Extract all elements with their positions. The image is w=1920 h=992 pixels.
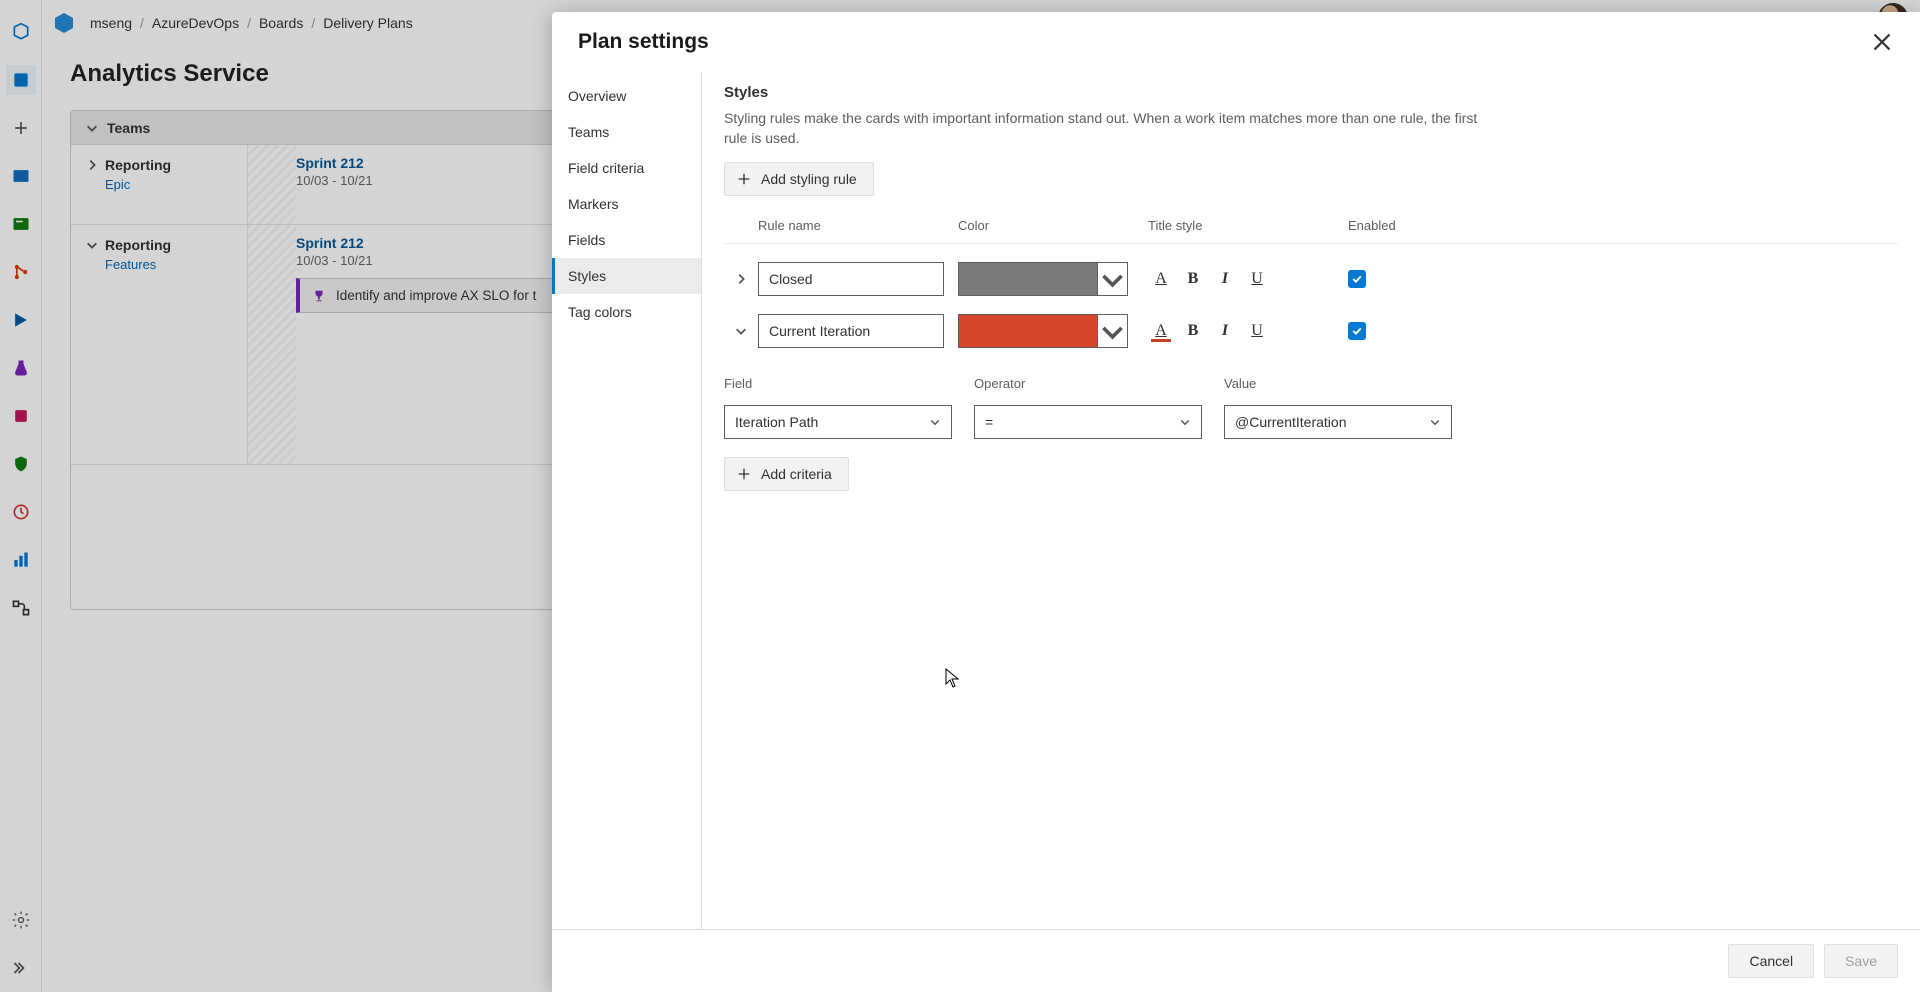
font-color-button[interactable]: A bbox=[1148, 318, 1174, 344]
color-swatch bbox=[959, 263, 1097, 295]
cursor-icon bbox=[945, 668, 959, 688]
bold-button[interactable]: B bbox=[1180, 318, 1206, 344]
bold-button[interactable]: B bbox=[1180, 266, 1206, 292]
nav-styles[interactable]: Styles bbox=[552, 258, 701, 294]
nav-tag-colors[interactable]: Tag colors bbox=[552, 294, 701, 330]
settings-content: Styles Styling rules make the cards with… bbox=[702, 72, 1920, 929]
title-style-group: A B I U bbox=[1148, 266, 1348, 292]
rule-name-input[interactable] bbox=[758, 262, 944, 296]
col-rule-name: Rule name bbox=[758, 218, 958, 233]
field-dropdown[interactable]: Iteration Path bbox=[724, 405, 952, 439]
col-field: Field bbox=[724, 376, 974, 391]
dialog-title: Plan settings bbox=[578, 30, 709, 54]
enabled-checkbox[interactable] bbox=[1348, 322, 1366, 340]
dialog-footer: Cancel Save bbox=[552, 929, 1920, 992]
operator-dropdown[interactable]: = bbox=[974, 405, 1202, 439]
collapse-rule-button[interactable] bbox=[724, 324, 758, 338]
rule-row: A B I U bbox=[724, 314, 1898, 348]
italic-button[interactable]: I bbox=[1212, 318, 1238, 344]
close-button[interactable] bbox=[1870, 30, 1894, 54]
field-value: Iteration Path bbox=[735, 414, 818, 430]
color-picker[interactable] bbox=[958, 262, 1128, 296]
nav-teams[interactable]: Teams bbox=[552, 114, 701, 150]
add-criteria-button[interactable]: Add criteria bbox=[724, 457, 849, 491]
section-desc: Styling rules make the cards with import… bbox=[724, 109, 1504, 148]
font-color-button[interactable]: A bbox=[1148, 266, 1174, 292]
save-button[interactable]: Save bbox=[1824, 944, 1898, 978]
enabled-cell bbox=[1348, 322, 1438, 340]
chevron-right-icon bbox=[734, 272, 748, 286]
chevron-down-icon bbox=[929, 416, 941, 428]
settings-nav: Overview Teams Field criteria Markers Fi… bbox=[552, 72, 702, 929]
check-icon bbox=[1351, 325, 1363, 337]
color-picker[interactable] bbox=[958, 314, 1128, 348]
operator-value: = bbox=[985, 414, 993, 430]
close-icon bbox=[1870, 30, 1894, 54]
rule-header-row: Rule name Color Title style Enabled bbox=[724, 218, 1898, 244]
nav-fields[interactable]: Fields bbox=[552, 222, 701, 258]
plus-icon bbox=[737, 467, 751, 481]
chevron-down-icon bbox=[734, 324, 748, 338]
criteria-row: Iteration Path = @CurrentIteration bbox=[724, 405, 1898, 439]
plan-settings-dialog: Plan settings Overview Teams Field crite… bbox=[552, 12, 1920, 992]
enabled-cell bbox=[1348, 270, 1438, 288]
cancel-button[interactable]: Cancel bbox=[1728, 944, 1814, 978]
dialog-header: Plan settings bbox=[552, 12, 1920, 72]
dialog-body: Overview Teams Field criteria Markers Fi… bbox=[552, 72, 1920, 929]
color-swatch bbox=[959, 315, 1097, 347]
add-styling-rule-button[interactable]: Add styling rule bbox=[724, 162, 874, 196]
underline-button[interactable]: U bbox=[1244, 318, 1270, 344]
nav-overview[interactable]: Overview bbox=[552, 78, 701, 114]
italic-button[interactable]: I bbox=[1212, 266, 1238, 292]
add-criteria-label: Add criteria bbox=[761, 466, 832, 482]
value-value: @CurrentIteration bbox=[1235, 414, 1346, 430]
expand-rule-button[interactable] bbox=[724, 272, 758, 286]
nav-markers[interactable]: Markers bbox=[552, 186, 701, 222]
section-title: Styles bbox=[724, 84, 1898, 101]
chevron-down-icon bbox=[1098, 265, 1127, 294]
title-style-group: A B I U bbox=[1148, 318, 1348, 344]
col-operator: Operator bbox=[974, 376, 1224, 391]
check-icon bbox=[1351, 273, 1363, 285]
col-enabled: Enabled bbox=[1348, 218, 1438, 233]
plus-icon bbox=[737, 172, 751, 186]
nav-field-criteria[interactable]: Field criteria bbox=[552, 150, 701, 186]
chevron-down-icon bbox=[1179, 416, 1191, 428]
rule-name-input[interactable] bbox=[758, 314, 944, 348]
chevron-down-icon bbox=[1098, 317, 1127, 346]
value-dropdown[interactable]: @CurrentIteration bbox=[1224, 405, 1452, 439]
criteria-header-row: Field Operator Value bbox=[724, 376, 1898, 391]
chevron-down-icon bbox=[1429, 416, 1441, 428]
col-title: Title style bbox=[1148, 218, 1348, 233]
col-color: Color bbox=[958, 218, 1148, 233]
rule-row: A B I U bbox=[724, 262, 1898, 296]
col-value: Value bbox=[1224, 376, 1474, 391]
add-rule-label: Add styling rule bbox=[761, 171, 857, 187]
underline-button[interactable]: U bbox=[1244, 266, 1270, 292]
enabled-checkbox[interactable] bbox=[1348, 270, 1366, 288]
